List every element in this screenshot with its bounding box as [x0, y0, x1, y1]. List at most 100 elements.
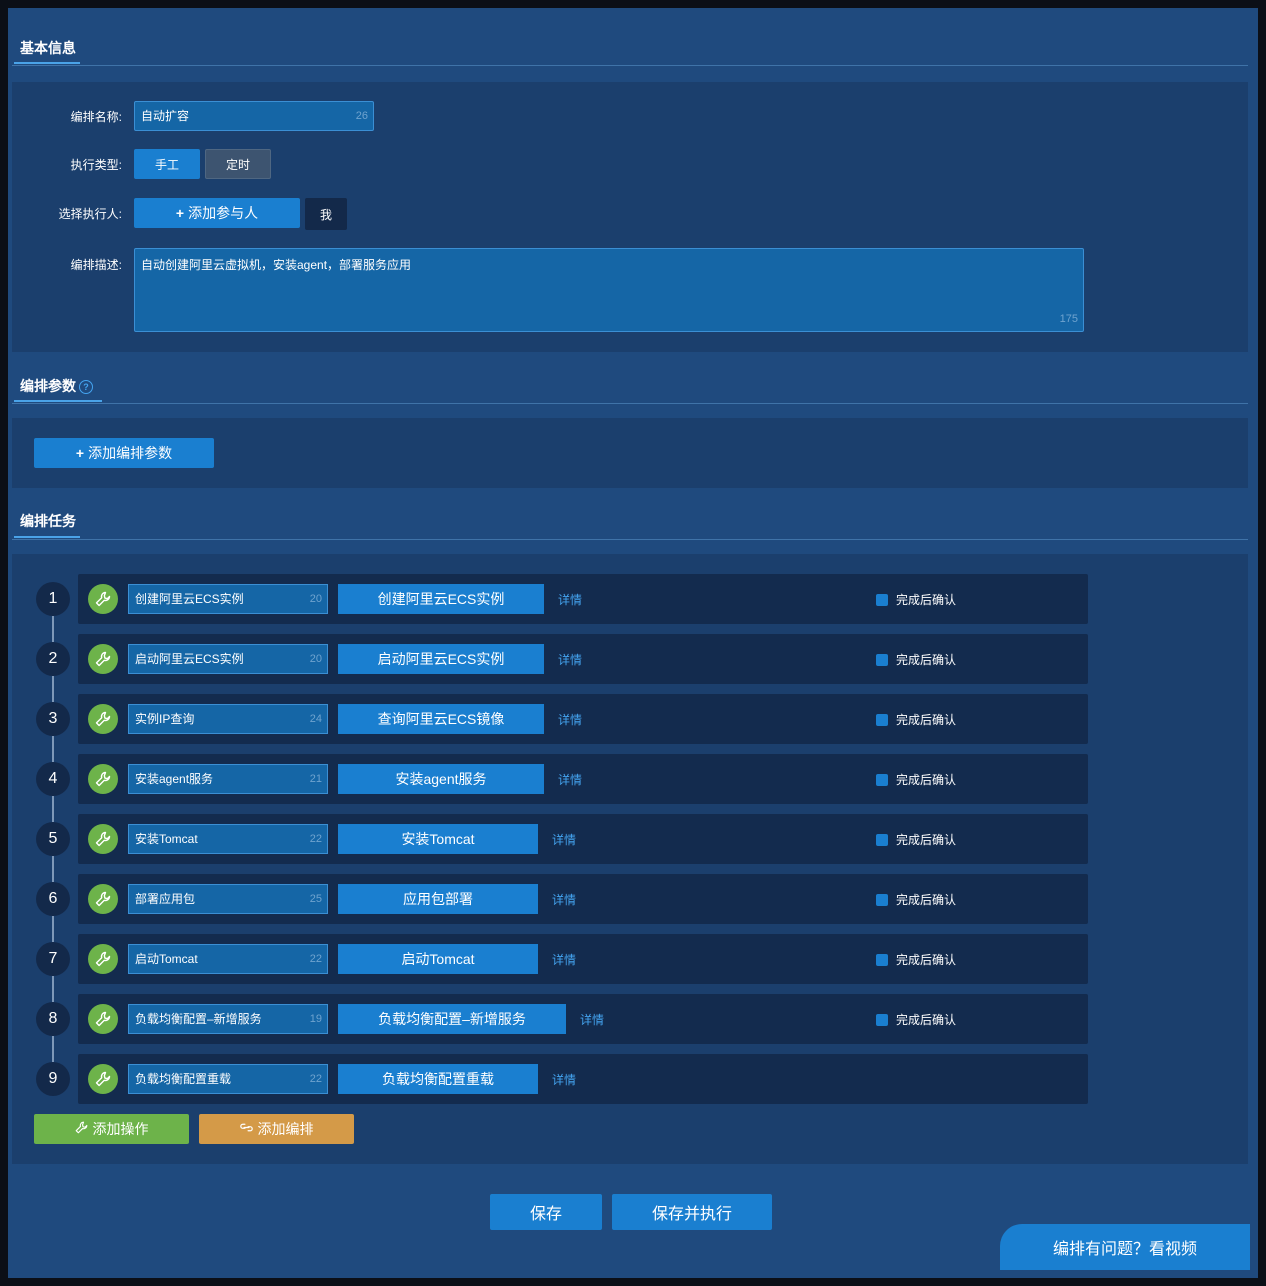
section-divider	[12, 539, 1248, 540]
task-row: 负载均衡配置重载 22 负载均衡配置重载 详情	[78, 1054, 1088, 1104]
name-input-value: 自动扩容	[141, 109, 190, 123]
add-param-button[interactable]: + 添加编排参数	[34, 438, 214, 468]
plus-icon: +	[75, 445, 85, 461]
confirm-checkbox[interactable]	[876, 713, 888, 726]
task-detail-link[interactable]: 详情	[552, 831, 576, 848]
task-detail-link[interactable]: 详情	[552, 891, 576, 908]
params-panel: + 添加编排参数	[12, 418, 1248, 488]
confirm-label: 完成后确认	[896, 833, 957, 847]
type-timed-button[interactable]: 定时	[205, 149, 271, 179]
confirm-after-complete[interactable]: 完成后确认	[876, 651, 956, 668]
confirm-checkbox[interactable]	[876, 773, 888, 786]
confirm-after-complete[interactable]: 完成后确认	[876, 1011, 956, 1028]
confirm-after-complete[interactable]: 完成后确认	[876, 711, 956, 728]
task-detail-link[interactable]: 详情	[558, 771, 582, 788]
confirm-after-complete[interactable]: 完成后确认	[876, 831, 956, 848]
name-input[interactable]: 自动扩容 26	[134, 101, 374, 131]
step-number: 9	[36, 1062, 70, 1096]
task-operation-button[interactable]: 负载均衡配置–新增服务	[338, 1004, 566, 1034]
confirm-after-complete[interactable]: 完成后确认	[876, 951, 956, 968]
task-operation-button[interactable]: 启动阿里云ECS实例	[338, 644, 544, 674]
task-name-input[interactable]: 创建阿里云ECS实例 20	[128, 584, 328, 614]
task-detail-link[interactable]: 详情	[558, 591, 582, 608]
tasks-panel: 添加操作 添加编排 1 创建阿里云ECS实例 20 创建阿里云ECS实例 详情 完成后确认…	[12, 554, 1248, 1164]
wrench-icon[interactable]	[88, 644, 118, 674]
task-name-input[interactable]: 启动阿里云ECS实例 20	[128, 644, 328, 674]
section-underline	[14, 400, 102, 402]
task-name-input[interactable]: 部署应用包 25	[128, 884, 328, 914]
confirm-checkbox[interactable]	[876, 1013, 888, 1026]
task-name-input[interactable]: 安装Tomcat 22	[128, 824, 328, 854]
task-operation-button[interactable]: 应用包部署	[338, 884, 538, 914]
step-number: 6	[36, 882, 70, 916]
task-row: 启动Tomcat 22 启动Tomcat 详情 完成后确认	[78, 934, 1088, 984]
task-operation-button[interactable]: 创建阿里云ECS实例	[338, 584, 544, 614]
wrench-icon[interactable]	[88, 944, 118, 974]
add-param-label: 添加编排参数	[88, 445, 173, 461]
task-name-input[interactable]: 实例IP查询 24	[128, 704, 328, 734]
task-operation-button[interactable]: 负载均衡配置重载	[338, 1064, 538, 1094]
step-connector	[52, 616, 54, 642]
description-value: 自动创建阿里云虚拟机，安装agent，部署服务应用	[141, 258, 412, 272]
params-title-text: 编排参数	[20, 378, 76, 394]
question-icon[interactable]: ?	[79, 380, 93, 395]
task-row: 启动阿里云ECS实例 20 启动阿里云ECS实例 详情 完成后确认	[78, 634, 1088, 684]
step-connector	[52, 976, 54, 1002]
wrench-icon[interactable]	[88, 1004, 118, 1034]
task-name-value: 启动阿里云ECS实例	[135, 652, 244, 666]
save-and-execute-button[interactable]: 保存并执行	[612, 1194, 772, 1230]
task-detail-link[interactable]: 详情	[558, 711, 582, 728]
confirm-after-complete[interactable]: 完成后确认	[876, 891, 956, 908]
wrench-icon[interactable]	[88, 884, 118, 914]
confirm-after-complete[interactable]: 完成后确认	[876, 771, 956, 788]
me-button[interactable]: 我	[305, 198, 347, 230]
confirm-checkbox[interactable]	[876, 653, 888, 666]
section-divider	[12, 65, 1248, 66]
confirm-checkbox[interactable]	[876, 833, 888, 846]
confirm-after-complete[interactable]: 完成后确认	[876, 591, 956, 608]
step-number: 4	[36, 762, 70, 796]
confirm-checkbox[interactable]	[876, 893, 888, 906]
description-textarea[interactable]: 自动创建阿里云虚拟机，安装agent，部署服务应用 175	[134, 248, 1084, 332]
step-connector	[52, 856, 54, 882]
wrench-icon[interactable]	[88, 704, 118, 734]
task-name-value: 安装Tomcat	[135, 832, 198, 846]
section-divider	[12, 403, 1248, 404]
video-help-button[interactable]: 编排有问题？看视频	[1000, 1224, 1250, 1270]
task-name-input[interactable]: 启动Tomcat 22	[128, 944, 328, 974]
confirm-checkbox[interactable]	[876, 593, 888, 606]
add-operation-button[interactable]: 添加操作	[34, 1114, 189, 1144]
add-participant-button[interactable]: + 添加参与人	[134, 198, 300, 228]
add-orchestration-button[interactable]: 添加编排	[199, 1114, 354, 1144]
wrench-icon[interactable]	[88, 584, 118, 614]
task-detail-link[interactable]: 详情	[580, 1011, 604, 1028]
confirm-label: 完成后确认	[896, 773, 957, 787]
confirm-checkbox[interactable]	[876, 953, 888, 966]
executor-label: 选择执行人:	[58, 207, 122, 221]
task-row: 部署应用包 25 应用包部署 详情 完成后确认	[78, 874, 1088, 924]
task-detail-link[interactable]: 详情	[558, 651, 582, 668]
task-operation-button[interactable]: 启动Tomcat	[338, 944, 538, 974]
task-name-char-count: 20	[309, 593, 322, 605]
confirm-label: 完成后确认	[896, 713, 957, 727]
section-underline	[14, 536, 80, 538]
task-operation-button[interactable]: 安装agent服务	[338, 764, 544, 794]
task-row: 安装Tomcat 22 安装Tomcat 详情 完成后确认	[78, 814, 1088, 864]
task-name-input[interactable]: 负载均衡配置–新增服务 19	[128, 1004, 328, 1034]
task-name-value: 负载均衡配置重载	[135, 1072, 232, 1086]
wrench-icon[interactable]	[88, 1064, 118, 1094]
task-detail-link[interactable]: 详情	[552, 951, 576, 968]
task-name-value: 负载均衡配置–新增服务	[135, 1012, 262, 1026]
task-detail-link[interactable]: 详情	[552, 1071, 576, 1088]
step-number: 2	[36, 642, 70, 676]
save-button[interactable]: 保存	[490, 1194, 602, 1230]
type-manual-button[interactable]: 手工	[134, 149, 200, 179]
add-operation-label: 添加操作	[92, 1121, 149, 1137]
task-name-input[interactable]: 安装agent服务 21	[128, 764, 328, 794]
task-operation-button[interactable]: 安装Tomcat	[338, 824, 538, 854]
task-operation-button[interactable]: 查询阿里云ECS镜像	[338, 704, 544, 734]
wrench-icon[interactable]	[88, 764, 118, 794]
wrench-icon[interactable]	[88, 824, 118, 854]
task-name-input[interactable]: 负载均衡配置重载 22	[128, 1064, 328, 1094]
step-number: 1	[36, 582, 70, 616]
